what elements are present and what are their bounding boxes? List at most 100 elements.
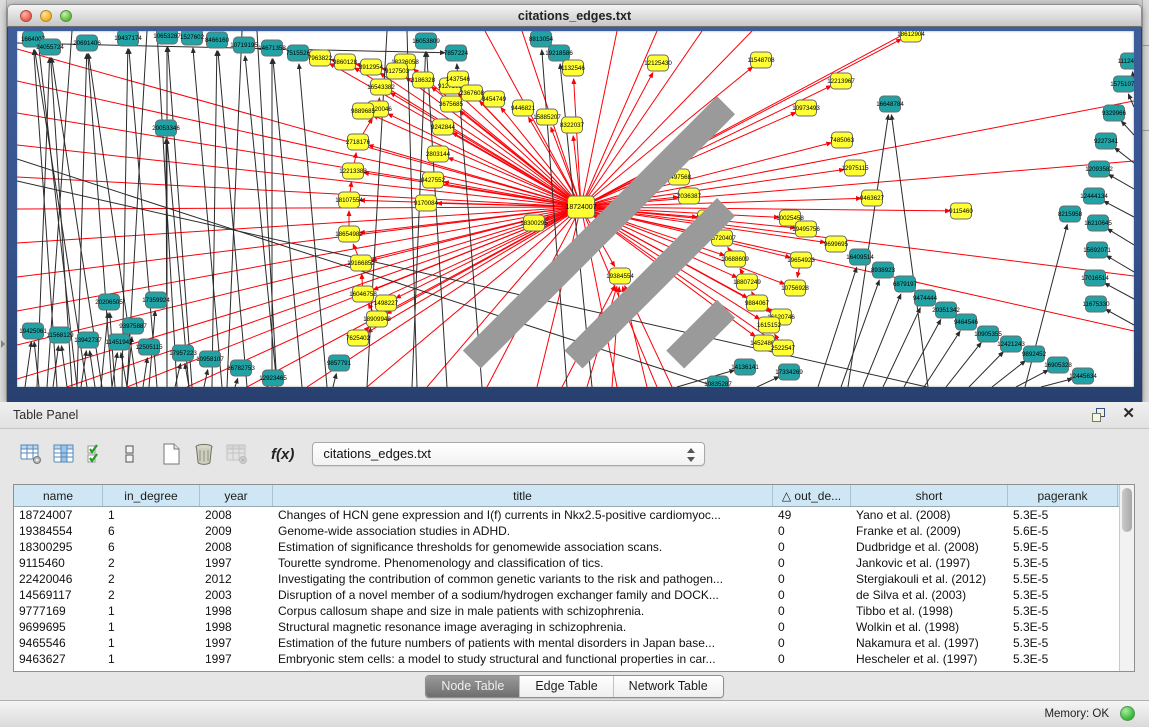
table-cell: 9115460 <box>14 555 103 571</box>
table-toolbar: f(x) citations_edges.txt <box>0 429 1149 479</box>
canvas-resize-grip[interactable] <box>15 29 1132 385</box>
table-panel-header: Table Panel ✕ <box>0 402 1149 429</box>
table-row[interactable]: 946554611997Estimation of the future num… <box>14 635 1119 651</box>
table-cell: Embryonic stem cells: a model to study s… <box>273 651 773 667</box>
table-cell: 0 <box>773 571 851 587</box>
table-cell: 5.3E-5 <box>1008 651 1118 667</box>
column-header-out_de[interactable]: △ out_de... <box>773 485 851 506</box>
table-cell: 2 <box>103 587 200 603</box>
table-row[interactable]: 977716911998Corpus callosum shape and si… <box>14 603 1119 619</box>
table-vertical-scrollbar[interactable] <box>1119 485 1134 671</box>
memory-ok-indicator-icon <box>1120 706 1135 721</box>
table-select-value: citations_edges.txt <box>323 446 431 461</box>
node-table: namein_degreeyeartitle△ out_de...shortpa… <box>13 484 1135 672</box>
table-row[interactable]: 2242004622012Investigating the contribut… <box>14 571 1119 587</box>
column-header-name[interactable]: name <box>14 485 103 506</box>
tab-node-table[interactable]: Node Table <box>426 676 519 697</box>
table-cell: 1 <box>103 651 200 667</box>
close-panel-icon[interactable]: ✕ <box>1122 406 1135 422</box>
table-cell: 5.3E-5 <box>1008 619 1118 635</box>
table-cell: 0 <box>773 651 851 667</box>
table-cell: 2003 <box>200 587 273 603</box>
table-cell: 0 <box>773 619 851 635</box>
table-cell: 5.3E-5 <box>1008 635 1118 651</box>
table-select-dropdown[interactable]: citations_edges.txt <box>312 442 705 466</box>
table-row[interactable]: 1456911722003Disruption of a novel membe… <box>14 587 1119 603</box>
table-settings-icon[interactable] <box>18 441 44 467</box>
float-panel-icon[interactable] <box>1092 408 1107 422</box>
select-rows-icon[interactable] <box>84 441 110 467</box>
column-header-short[interactable]: short <box>851 485 1008 506</box>
table-cell: Estimation of the future numbers of pati… <box>273 635 773 651</box>
table-cell: 1 <box>103 619 200 635</box>
import-table-icon <box>224 441 250 467</box>
table-cell: 1 <box>103 635 200 651</box>
table-cell: Changes of HCN gene expression and I(f) … <box>273 507 773 523</box>
table-cell: 2008 <box>200 507 273 523</box>
table-cell: Estimation of significance thresholds fo… <box>273 539 773 555</box>
table-header-row: namein_degreeyeartitle△ out_de...shortpa… <box>14 485 1119 507</box>
right-panel-collapsed-rail[interactable] <box>1142 0 1149 402</box>
table-cell: Dudbridge et al. (2008) <box>851 539 1008 555</box>
table-cell: 0 <box>773 635 851 651</box>
panel-expand-handle-icon[interactable] <box>1 340 5 348</box>
table-body: 1872400712008Changes of HCN gene express… <box>14 507 1119 667</box>
table-row[interactable]: 1830029562008Estimation of significance … <box>14 539 1119 555</box>
column-header-year[interactable]: year <box>200 485 273 506</box>
tab-network-table[interactable]: Network Table <box>613 676 723 697</box>
table-cell: Genome-wide association studies in ADHD. <box>273 523 773 539</box>
column-header-in_degree[interactable]: in_degree <box>103 485 200 506</box>
network-window-titlebar[interactable]: citations_edges.txt <box>7 4 1142 27</box>
table-row[interactable]: 911546021997Tourette syndrome. Phenomeno… <box>14 555 1119 571</box>
table-tabbar: Node TableEdge TableNetwork Table <box>0 675 1149 698</box>
table-cell: 1998 <box>200 619 273 635</box>
table-cell: Stergiakouli et al. (2012) <box>851 571 1008 587</box>
table-cell: 9465546 <box>14 635 103 651</box>
table-cell: 2009 <box>200 523 273 539</box>
table-cell: 5.9E-5 <box>1008 539 1118 555</box>
tab-edge-table[interactable]: Edge Table <box>519 676 612 697</box>
table-cell: 2008 <box>200 539 273 555</box>
function-builder-icon[interactable]: f(x) <box>271 446 294 463</box>
new-table-icon[interactable] <box>158 441 184 467</box>
table-cell: 1998 <box>200 603 273 619</box>
show-columns-icon[interactable] <box>51 441 77 467</box>
table-cell: Corpus callosum shape and size in male p… <box>273 603 773 619</box>
table-cell: 6 <box>103 523 200 539</box>
table-cell: 5.5E-5 <box>1008 571 1118 587</box>
table-cell: 14569117 <box>14 587 103 603</box>
status-bar: Memory: OK <box>0 700 1149 727</box>
table-cell: 0 <box>773 523 851 539</box>
app-screen: citations_edges.txt 1 <box>0 0 1149 727</box>
table-cell: 1997 <box>200 635 273 651</box>
table-cell: Structural magnetic resonance image aver… <box>273 619 773 635</box>
memory-status-label: Memory: OK <box>1044 708 1109 720</box>
table-cell: Tibbo et al. (1998) <box>851 603 1008 619</box>
column-header-pagerank[interactable]: pagerank <box>1008 485 1118 506</box>
table-cell: 6 <box>103 539 200 555</box>
table-cell: Investigating the contribution of common… <box>273 571 773 587</box>
table-row[interactable]: 1872400712008Changes of HCN gene express… <box>14 507 1119 523</box>
table-cell: Wolkin et al. (1998) <box>851 619 1008 635</box>
table-cell: 1 <box>103 507 200 523</box>
table-cell: Tourette syndrome. Phenomenology and cla… <box>273 555 773 571</box>
row-height-icon[interactable] <box>117 441 143 467</box>
network-desktop-frame: 1664007240557242069140619437174106532871… <box>7 27 1142 402</box>
table-row[interactable]: 946362711997Embryonic stem cells: a mode… <box>14 651 1119 667</box>
table-cell: 22420046 <box>14 571 103 587</box>
table-cell: Disruption of a novel member of a sodium… <box>273 587 773 603</box>
table-cell: 9463627 <box>14 651 103 667</box>
column-header-title[interactable]: title <box>273 485 773 506</box>
table-cell: 1 <box>103 603 200 619</box>
left-panel-collapsed-rail[interactable] <box>0 0 7 402</box>
table-row[interactable]: 969969511998Structural magnetic resonanc… <box>14 619 1119 635</box>
table-row[interactable]: 1938455462009Genome-wide association stu… <box>14 523 1119 539</box>
table-cell: 2 <box>103 555 200 571</box>
scrollbar-thumb[interactable] <box>1122 488 1132 532</box>
network-canvas[interactable]: 1664007240557242069140619437174106532871… <box>17 31 1134 387</box>
delete-table-icon[interactable] <box>191 441 217 467</box>
table-cell: 5.3E-5 <box>1008 507 1118 523</box>
table-cell: 2 <box>103 571 200 587</box>
table-cell: 9699695 <box>14 619 103 635</box>
table-panel-title: Table Panel <box>13 408 78 422</box>
